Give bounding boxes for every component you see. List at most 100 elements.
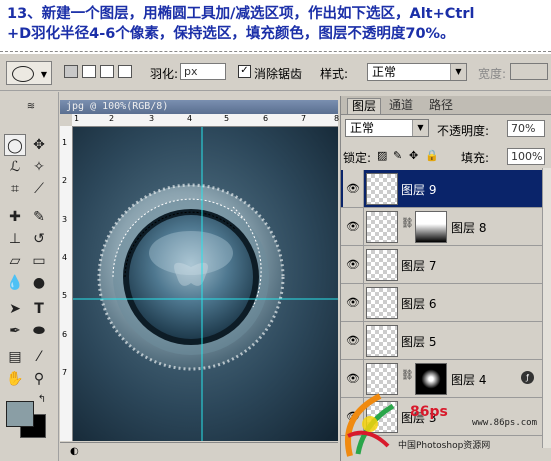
eyedropper-icon[interactable]: ⁄ <box>28 346 50 368</box>
lock-transparency-icon[interactable]: ▨ <box>377 149 387 162</box>
layer-name: 图层 8 <box>451 221 487 235</box>
intersect-selection-button[interactable] <box>118 65 132 78</box>
photoshop-window: ▼ 羽化: px ✓ 消除锯齿 样式: 正常 ▼ 宽度: ≋ ◯ ✥ ℒ ✧ ⌗… <box>0 54 551 461</box>
document-title[interactable]: jpg @ 100%(RGB/8) <box>60 100 338 114</box>
eye-icon[interactable]: 👁 <box>343 246 364 283</box>
toolbox: ≋ ◯ ✥ ℒ ✧ ⌗ ⟋ ✚ ✎ ⊥ ↺ ▱ ▭ 💧 ● ➤ T ✒ ⬬ ▤ … <box>0 92 59 461</box>
magic-wand-icon[interactable]: ✧ <box>28 156 50 178</box>
mask-link-icon: ⛓ <box>401 218 414 229</box>
fill-label: 填充: <box>461 151 490 165</box>
layer-row[interactable]: 👁 图层 7 <box>341 246 551 284</box>
width-input[interactable] <box>510 63 548 80</box>
lock-label: 锁定: <box>343 151 372 165</box>
ellipse-marquee-icon <box>12 66 34 82</box>
document-canvas[interactable] <box>73 127 338 441</box>
layer-name: 图层 4 <box>451 373 487 387</box>
layer-thumbnail <box>366 173 398 205</box>
ruler-mark: 7 <box>62 368 68 377</box>
layer-name: 图层 9 <box>401 183 437 197</box>
ruler-mark: 6 <box>263 114 269 123</box>
swap-colors-icon[interactable]: ↰ <box>36 394 48 406</box>
layer-mask-thumbnail <box>415 363 447 395</box>
blend-mode-value: 正常 <box>350 121 375 135</box>
layer-row[interactable]: 👁 图层 6 <box>341 284 551 322</box>
opacity-label: 不透明度: <box>437 124 490 138</box>
tab-channels[interactable]: 通道 <box>385 98 417 113</box>
feather-logo-icon: ≋ <box>26 101 36 112</box>
ruler-mark: 4 <box>187 114 193 123</box>
eye-icon[interactable]: 👁 <box>343 208 364 245</box>
style-select[interactable]: 正常 ▼ <box>367 63 467 81</box>
chevron-down-icon: ▼ <box>40 70 47 79</box>
fill-input[interactable]: 100% <box>507 148 545 165</box>
eye-icon[interactable]: 👁 <box>343 322 364 359</box>
ruler-mark: 4 <box>62 253 68 262</box>
layer-row[interactable]: 👁 ⛓ 图层 8 <box>341 208 551 246</box>
lock-image-icon[interactable]: ✎ <box>393 149 402 162</box>
layer-name: 图层 5 <box>401 335 437 349</box>
document-status-bar: ◐ <box>60 442 338 461</box>
width-label: 宽度: <box>478 67 507 81</box>
type-tool-icon[interactable]: T <box>28 298 50 320</box>
instruction-line-1: 13、新建一个图层，用椭圆工具加/减选区项，作出如下选区，Alt+Ctrl <box>7 6 475 22</box>
notes-tool-icon[interactable]: ▤ <box>4 346 26 368</box>
blend-mode-select[interactable]: 正常 ▼ <box>345 119 429 137</box>
watermark-site: 中国Photoshop资源网 <box>398 441 491 451</box>
lock-all-icon[interactable]: 🔒 <box>425 149 439 162</box>
slice-tool-icon[interactable]: ⟋ <box>28 178 50 200</box>
style-label: 样式: <box>320 67 349 81</box>
subtract-selection-button[interactable] <box>100 65 114 78</box>
ruler-mark: 7 <box>301 114 307 123</box>
ruler-mark: 1 <box>62 138 68 147</box>
panel-tabs: 图层 通道 路径 <box>341 96 551 115</box>
healing-brush-icon[interactable]: ✚ <box>4 206 26 228</box>
chevron-down-icon: ▼ <box>450 64 466 80</box>
navigator-icon[interactable]: ◐ <box>70 446 79 457</box>
tab-paths[interactable]: 路径 <box>425 98 457 113</box>
layers-scrollbar[interactable] <box>542 168 551 448</box>
clone-stamp-icon[interactable]: ⊥ <box>4 228 26 250</box>
layer-thumbnail <box>366 287 398 319</box>
antialias-checkbox[interactable]: ✓ <box>238 65 251 78</box>
lock-position-icon[interactable]: ✥ <box>409 149 418 162</box>
new-selection-button[interactable] <box>64 65 78 78</box>
move-tool-icon[interactable]: ✥ <box>28 134 50 156</box>
foreground-color-swatch[interactable] <box>6 401 34 427</box>
zoom-tool-icon[interactable]: ⚲ <box>28 368 50 390</box>
tab-layers[interactable]: 图层 <box>347 98 382 114</box>
add-selection-button[interactable] <box>82 65 96 78</box>
ruler-mark: 2 <box>62 176 68 185</box>
feather-label: 羽化: <box>150 67 179 81</box>
tool-preset-picker[interactable]: ▼ <box>6 61 52 85</box>
history-brush-icon[interactable]: ↺ <box>28 228 50 250</box>
dodge-tool-icon[interactable]: ● <box>28 272 50 294</box>
layer-thumbnail <box>366 211 398 243</box>
layer-name: 图层 7 <box>401 259 437 273</box>
ruler-mark: 3 <box>149 114 155 123</box>
watermark-logo-text: 86ps <box>410 404 448 420</box>
blur-tool-icon[interactable]: 💧 <box>4 272 26 294</box>
eye-icon[interactable]: 👁 <box>343 284 364 321</box>
ellipse-marquee-tool[interactable]: ◯ <box>4 134 26 156</box>
document-window: jpg @ 100%(RGB/8) 1 2 3 4 5 6 7 8 1 2 3 … <box>60 100 339 461</box>
layer-row[interactable]: 👁 图层 5 <box>341 322 551 360</box>
brush-tool-icon[interactable]: ✎ <box>28 206 50 228</box>
feather-input[interactable]: px <box>180 63 226 80</box>
layer-effects-icon[interactable]: ƒ <box>521 371 534 384</box>
path-select-icon[interactable]: ➤ <box>4 298 26 320</box>
gradient-tool-icon[interactable]: ▭ <box>28 250 50 272</box>
lasso-tool-icon[interactable]: ℒ <box>4 156 26 178</box>
eraser-tool-icon[interactable]: ▱ <box>4 250 26 272</box>
ellipse-shape-icon[interactable]: ⬬ <box>28 320 50 342</box>
selection-mode-group <box>64 65 136 81</box>
eye-icon[interactable]: 👁 <box>343 170 364 207</box>
layer-name: 图层 6 <box>401 297 437 311</box>
instruction-line-2: +D羽化半径4-6个像素，保持选区，填充颜色，图层不透明度70%。 <box>7 26 455 42</box>
opacity-input[interactable]: 70% <box>507 120 545 137</box>
layer-row[interactable]: 👁 图层 9 <box>341 170 551 208</box>
crop-tool-icon[interactable]: ⌗ <box>4 178 26 200</box>
chevron-down-icon: ▼ <box>412 120 428 136</box>
pen-tool-icon[interactable]: ✒ <box>4 320 26 342</box>
layer-mask-thumbnail <box>415 211 447 243</box>
hand-tool-icon[interactable]: ✋ <box>4 368 26 390</box>
